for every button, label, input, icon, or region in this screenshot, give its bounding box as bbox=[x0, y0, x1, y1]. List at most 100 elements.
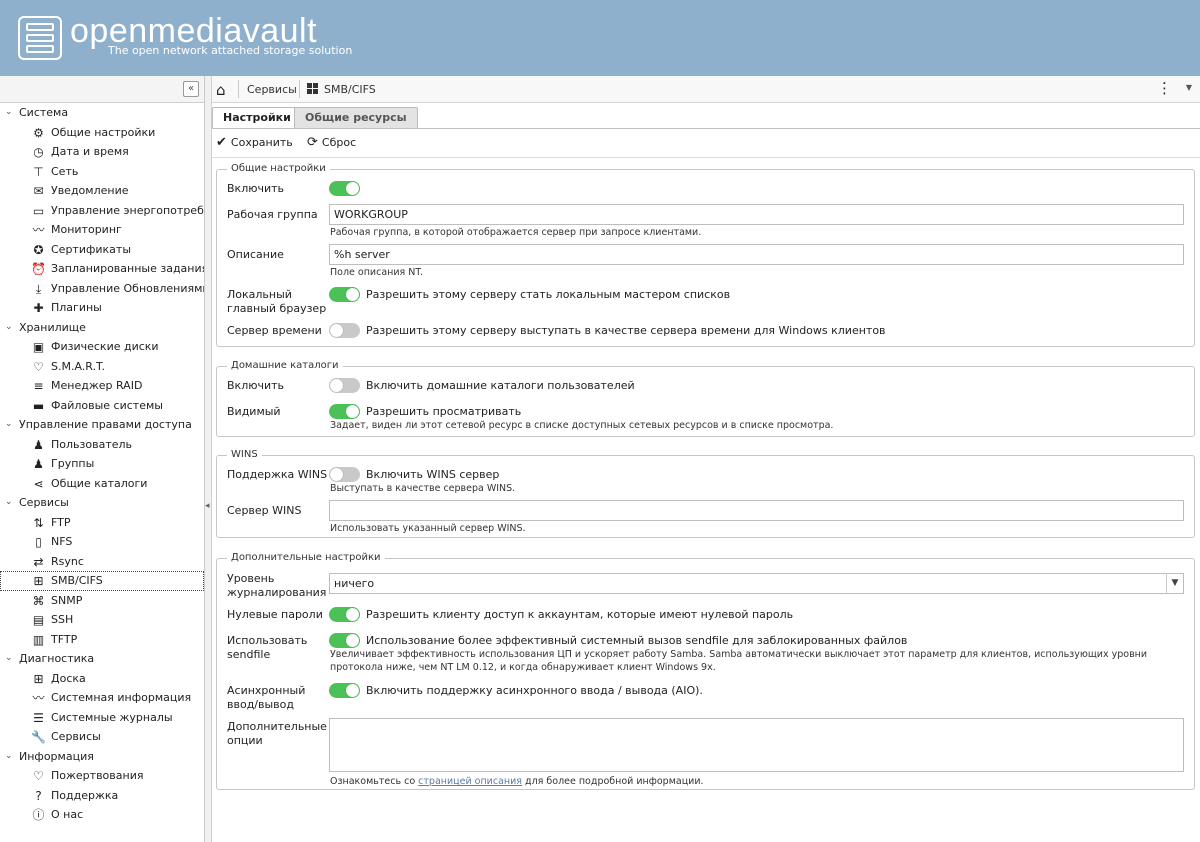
reset-button[interactable]: ⟳ Сброс bbox=[307, 135, 356, 150]
sidebar-item-0-4[interactable]: ▭ Управление энергопотреблением bbox=[0, 201, 204, 221]
more-menu-icon[interactable]: ⋮ bbox=[1157, 80, 1172, 96]
sidebar-item-5-2[interactable]: ⓘ О нас bbox=[0, 805, 204, 825]
sidebar-section-5[interactable]: ⌄ Информация bbox=[0, 747, 204, 767]
sidebar-splitter[interactable]: ◂ bbox=[205, 76, 212, 842]
sidebar-item-1-1[interactable]: ♡ S.M.A.R.T. bbox=[0, 357, 204, 377]
sendfile-label: Использовать sendfile bbox=[227, 634, 308, 661]
workgroup-input[interactable]: WORKGROUP bbox=[329, 204, 1184, 225]
workgroup-hint: Рабочая группа, в которой отображается с… bbox=[330, 227, 702, 238]
sidebar-item-0-2[interactable]: ⊤ Сеть bbox=[0, 162, 204, 182]
local-browser-label: Локальный главный браузер bbox=[227, 288, 327, 315]
breadcrumb-item-services[interactable]: Сервисы bbox=[247, 83, 297, 96]
sidebar-section-3[interactable]: ⌄ Сервисы bbox=[0, 493, 204, 513]
sidebar-item-label: Сеть bbox=[51, 164, 79, 178]
home-icon[interactable]: ⌂ bbox=[216, 81, 226, 99]
sidebar-item-4-0[interactable]: ⊞ Доска bbox=[0, 669, 204, 689]
sidebar-item-label: SNMP bbox=[51, 593, 83, 607]
extra-options-textarea[interactable] bbox=[329, 718, 1184, 772]
sidebar-item-3-0[interactable]: ⇅ FTP bbox=[0, 513, 204, 533]
chevron-down-icon[interactable]: ⌄ bbox=[5, 318, 13, 338]
sidebar-item-0-7[interactable]: ⏰ Запланированные задания bbox=[0, 259, 204, 279]
sidebar-item-3-2[interactable]: ⇄ Rsync bbox=[0, 552, 204, 572]
sidebar-item-4-1[interactable]: 〰 Системная информация bbox=[0, 688, 204, 708]
homes-legend: Домашние каталоги bbox=[227, 360, 343, 371]
sidebar-section-4[interactable]: ⌄ Диагностика bbox=[0, 649, 204, 669]
aio-text: Включить поддержку асинхронного ввода / … bbox=[366, 684, 703, 697]
sidebar-item-0-5[interactable]: 〰 Мониторинг bbox=[0, 220, 204, 240]
tab-shares[interactable]: Общие ресурсы bbox=[294, 107, 418, 128]
sendfile-toggle[interactable] bbox=[329, 633, 360, 648]
sidebar-item-0-3[interactable]: ✉ Уведомление bbox=[0, 181, 204, 201]
sidebar-item-3-3[interactable]: ⊞ SMB/CIFS bbox=[0, 571, 204, 591]
advanced-legend: Дополнительные настройки bbox=[227, 552, 385, 563]
sidebar-section-1[interactable]: ⌄ Хранилище bbox=[0, 318, 204, 338]
sidebar-item-0-9[interactable]: ✚ Плагины bbox=[0, 298, 204, 318]
tab-bar: Настройки Общие ресурсы bbox=[212, 103, 1200, 129]
check-icon: ✔ bbox=[216, 135, 227, 150]
chevron-down-icon[interactable]: ⌄ bbox=[5, 415, 13, 435]
local-browser-toggle[interactable] bbox=[329, 287, 360, 302]
network-icon: ⊤ bbox=[33, 164, 44, 179]
sidebar-item-1-2[interactable]: ≡ Менеджер RAID bbox=[0, 376, 204, 396]
refresh-icon: ⟳ bbox=[307, 135, 318, 150]
sidebar-item-0-6[interactable]: ✪ Сертификаты bbox=[0, 240, 204, 260]
wins-support-toggle[interactable] bbox=[329, 467, 360, 482]
sidebar-item-2-2[interactable]: ⋖ Общие каталоги bbox=[0, 474, 204, 494]
sidebar-item-0-0[interactable]: ⚙ Общие настройки bbox=[0, 123, 204, 143]
windows-icon bbox=[307, 83, 319, 95]
description-input[interactable]: %h server bbox=[329, 244, 1184, 265]
enable-toggle[interactable] bbox=[329, 181, 360, 196]
power-icon: ▭ bbox=[32, 203, 45, 218]
app-header: openmediavault The open network attached… bbox=[0, 0, 1200, 76]
homes-enable-toggle[interactable] bbox=[329, 378, 360, 393]
sidebar-section-0[interactable]: ⌄ Система bbox=[0, 103, 204, 123]
sidebar-item-5-1[interactable]: ? Поддержка bbox=[0, 786, 204, 806]
visible-text: Разрешить просматривать bbox=[366, 405, 522, 418]
visible-toggle[interactable] bbox=[329, 404, 360, 419]
save-button[interactable]: ✔ Сохранить bbox=[216, 135, 293, 150]
chevron-down-icon[interactable]: ⌄ bbox=[5, 493, 13, 513]
wins-server-input[interactable] bbox=[329, 500, 1184, 521]
chevron-down-icon[interactable]: ⌄ bbox=[5, 747, 13, 767]
sidebar-item-label: Уведомление bbox=[51, 184, 129, 197]
sidebar-item-0-8[interactable]: ⤓ Управление Обновлениями bbox=[0, 279, 204, 299]
collapse-sidebar-icon[interactable]: « bbox=[183, 81, 199, 97]
wins-server-label: Сервер WINS bbox=[227, 504, 302, 517]
sidebar-item-label: Системная информация bbox=[51, 691, 192, 704]
sidebar-section-label: Управление правами доступа bbox=[19, 418, 192, 431]
dropdown-arrow-icon[interactable]: ▼ bbox=[1186, 83, 1192, 92]
chevron-down-icon[interactable]: ⌄ bbox=[5, 103, 13, 123]
sidebar-item-3-1[interactable]: ▯ NFS bbox=[0, 532, 204, 552]
sidebar-item-label: Rsync bbox=[51, 554, 84, 568]
chevron-down-icon[interactable]: ⌄ bbox=[5, 649, 13, 669]
sidebar-item-2-0[interactable]: ♟ Пользователь bbox=[0, 435, 204, 455]
log-level-select[interactable]: ничего ▼ bbox=[329, 573, 1184, 594]
sidebar-item-0-1[interactable]: ◷ Дата и время bbox=[0, 142, 204, 162]
splitter-arrow-icon[interactable]: ◂ bbox=[205, 501, 210, 511]
logo-icon bbox=[18, 16, 62, 60]
sidebar-item-1-0[interactable]: ▣ Физические диски bbox=[0, 337, 204, 357]
sidebar-item-3-6[interactable]: ▥ TFTP bbox=[0, 630, 204, 650]
tab-settings[interactable]: Настройки bbox=[212, 107, 302, 128]
sidebar-item-2-1[interactable]: ♟ Группы bbox=[0, 454, 204, 474]
wins-server-hint: Использовать указанный сервер WINS. bbox=[330, 523, 526, 534]
puzzle-icon: ✚ bbox=[33, 301, 44, 315]
aio-toggle[interactable] bbox=[329, 683, 360, 698]
sidebar-item-4-3[interactable]: 🔧 Сервисы bbox=[0, 727, 204, 747]
manual-page-link[interactable]: страницей описания bbox=[418, 776, 522, 787]
sidebar-item-label: Сертификаты bbox=[51, 242, 132, 256]
sidebar-item-3-5[interactable]: ▤ SSH bbox=[0, 610, 204, 630]
chevron-down-icon[interactable]: ▼ bbox=[1166, 574, 1183, 593]
sidebar-section-2[interactable]: ⌄ Управление правами доступа bbox=[0, 415, 204, 435]
sidebar-section-label: Хранилище bbox=[19, 320, 86, 334]
sidebar-item-3-4[interactable]: ⌘ SNMP bbox=[0, 591, 204, 611]
envelope-icon: ✉ bbox=[33, 184, 44, 198]
sync-icon: ⇄ bbox=[33, 554, 44, 569]
sidebar-item-4-2[interactable]: ☰ Системные журналы bbox=[0, 708, 204, 728]
sidebar-item-label: Пользователь bbox=[51, 437, 133, 451]
time-server-toggle[interactable] bbox=[329, 323, 360, 338]
sidebar-item-1-3[interactable]: ▬ Файловые системы bbox=[0, 396, 204, 416]
sendfile-text: Использование более эффективный системны… bbox=[366, 634, 908, 647]
sidebar-item-5-0[interactable]: ♡ Пожертвования bbox=[0, 766, 204, 786]
null-passwords-toggle[interactable] bbox=[329, 607, 360, 622]
